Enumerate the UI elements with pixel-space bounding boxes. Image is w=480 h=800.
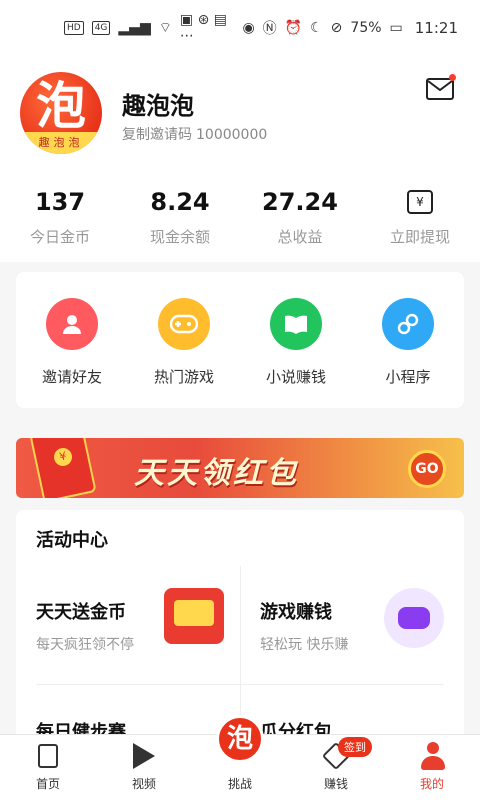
stat-value: 137 [34,188,86,216]
status-bar: HD 4G ▂▄▆ ⌔ ▣ ⊛ ▤ ⋯ ◉ Ⓝ ⏰ ☾ ⊘ 75% ▭ 11:2… [0,0,480,56]
shortcut-grid: 邀请好友 热门游戏 小说赚钱 小程序 [16,272,464,408]
tab-label: 首页 [35,777,60,791]
eye-icon: ◉ [242,20,255,36]
network-badge: 4G [91,21,111,35]
activity-name: 游戏赚钱 [260,602,332,623]
wifi-icon: ⌔ [158,20,172,36]
invite-label: 复制邀请码 [122,127,192,143]
gamepad-icon [158,298,210,350]
profile-header: 泡 趣泡泡 趣泡泡 复制邀请码 10000000 [0,56,480,176]
avatar-logo-glyph: 泡 [36,77,86,135]
shortcut-label: 小程序 [385,368,431,386]
book-icon [270,298,322,350]
avatar-band-text: 趣泡泡 [20,132,102,154]
coin-machine-icon [164,588,224,644]
stat-label: 今日金币 [29,228,90,246]
tab-home[interactable]: 首页 [0,735,96,800]
activity-subtitle: 每天疯狂领不停 [36,637,134,653]
unread-dot [449,74,456,81]
nfc-icon: Ⓝ [262,21,277,37]
activity-subtitle: 轻松玩 快乐赚 [260,637,349,653]
mini-program-icon [382,298,434,350]
shortcut-label: 小说赚钱 [265,368,326,386]
tab-video[interactable]: 视频 [96,735,192,800]
username: 趣泡泡 [122,92,194,120]
tab-mine[interactable]: 我的 [384,735,480,800]
invite-code-copy[interactable]: 复制邀请码 10000000 [122,124,267,144]
banner-go-button[interactable]: GO [408,450,446,488]
moon-icon: ☾ [310,20,323,36]
shortcut-mini-program[interactable]: 小程序 [352,272,464,408]
activity-title: 活动中心 [36,530,108,551]
activity-name: 天天送金币 [36,602,126,623]
tab-label: 赚钱 [323,777,348,791]
mute-icon: ⊘ [330,20,343,36]
mail-icon[interactable] [426,78,454,100]
shortcut-novel-earn[interactable]: 小说赚钱 [240,272,352,408]
notification-icons: ▣ ⊛ ▤ ⋯ [179,12,227,44]
stat-value: 27.24 [262,188,338,216]
checkin-badge: 签到 [338,737,372,757]
game-controller-icon [384,588,444,648]
tab-label: 我的 [419,777,444,791]
invite-code: 10000000 [196,127,268,143]
battery-icon: ▭ [389,20,403,36]
shortcut-invite-friends[interactable]: 邀请好友 [16,272,128,408]
play-icon [131,743,157,769]
banner-title: 天天领红包 [134,456,299,491]
activity-game-earn[interactable]: 游戏赚钱 轻松玩 快乐赚 [240,566,464,684]
status-left: HD 4G ▂▄▆ ⌔ ▣ ⊛ ▤ ⋯ [64,12,242,44]
battery-percent: 75% [350,20,382,36]
withdraw-label: 立即提现 [389,228,450,246]
divider [36,684,444,685]
shortcut-label: 热门游戏 [153,368,214,386]
hd-badge: HD [64,21,84,35]
stat-total-income[interactable]: 27.24 总收益 [240,176,360,262]
avatar[interactable]: 泡 趣泡泡 [20,72,102,154]
wallet-icon: ¥ [407,190,433,214]
invite-friend-icon [46,298,98,350]
tab-challenge[interactable]: 泡 挑战 [192,715,288,800]
shortcut-hot-games[interactable]: 热门游戏 [128,272,240,408]
profile-icon [419,742,445,770]
status-right: ◉ Ⓝ ⏰ ☾ ⊘ 75% ▭ 11:21 [242,18,458,38]
tab-label: 挑战 [227,777,252,791]
stat-label: 现金余额 [149,228,210,246]
home-doc-icon [35,743,61,769]
tab-label: 视频 [131,777,156,791]
challenge-ball-icon: 泡 [216,715,264,763]
stat-today-coins[interactable]: 137 今日金币 [0,176,120,262]
shortcut-label: 邀请好友 [41,368,102,386]
stat-cash-balance[interactable]: 8.24 现金余额 [120,176,240,262]
clock: 11:21 [414,19,458,37]
alarm-icon: ⏰ [284,20,303,36]
withdraw-button[interactable]: ¥ 立即提现 [360,176,480,262]
tab-earn[interactable]: 签到 赚钱 [288,735,384,800]
stat-label: 总收益 [277,228,323,246]
red-packet-banner[interactable]: ¥ 天天领红包 GO [16,438,464,498]
stats-row: 137 今日金币 8.24 现金余额 27.24 总收益 ¥ 立即提现 [0,176,480,262]
stat-value: 8.24 [150,188,210,216]
signal-icon: ▂▄▆ [118,20,151,36]
activity-daily-coins[interactable]: 天天送金币 每天疯狂领不停 [16,566,240,684]
bottom-tab-bar: 首页 视频 泡 挑战 签到 赚钱 我的 [0,715,480,800]
